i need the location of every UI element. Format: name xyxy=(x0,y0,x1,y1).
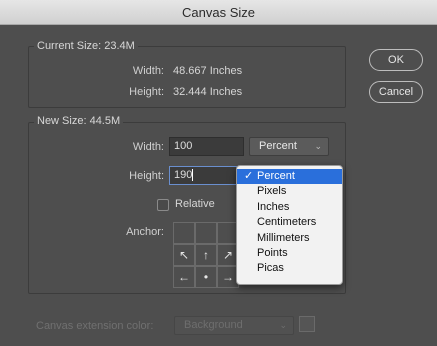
menu-item-label: Picas xyxy=(257,262,284,275)
new-width-label: Width: xyxy=(132,141,164,153)
current-width-label: Width: xyxy=(132,65,164,77)
menu-item-label: Points xyxy=(257,246,288,259)
arrow-right-icon: → xyxy=(222,270,234,284)
chevron-down-icon: ⌄ xyxy=(279,320,287,330)
ok-button[interactable]: OK xyxy=(369,49,423,71)
menu-item-pixels[interactable]: Pixels xyxy=(237,184,342,199)
anchor-middle-left[interactable]: ↖ xyxy=(173,244,195,266)
menu-item-percent[interactable]: ✓ Percent xyxy=(237,169,342,185)
text-cursor xyxy=(192,169,194,182)
window-title: Canvas Size xyxy=(0,0,437,25)
current-height-label: Height: xyxy=(129,86,164,98)
arrow-left-icon: ← xyxy=(178,270,190,284)
menu-item-label: Millimeters xyxy=(257,231,310,244)
anchor-bottom-center[interactable]: • xyxy=(195,266,217,288)
height-input-value: 190 xyxy=(174,169,193,181)
anchor-label: Anchor: xyxy=(126,226,164,238)
relative-label[interactable]: Relative xyxy=(175,198,215,210)
current-height-value: 32.444 Inches xyxy=(173,86,243,98)
canvas-size-dialog: Canvas Size Current Size: 23.4M Width: 4… xyxy=(0,0,437,346)
height-input[interactable]: 190 xyxy=(169,166,244,185)
extension-color-select[interactable]: Background ⌄ xyxy=(174,316,294,335)
extension-color-label: Canvas extension color: xyxy=(36,320,154,332)
menu-item-centimeters[interactable]: Centimeters xyxy=(237,215,342,230)
extension-color-value: Background xyxy=(184,319,243,331)
current-width-value: 48.667 Inches xyxy=(173,65,243,77)
chevron-down-icon: ⌄ xyxy=(314,141,322,151)
menu-item-label: Percent xyxy=(257,170,295,182)
arrow-nw-icon: ↖ xyxy=(178,248,190,262)
anchor-middle-center[interactable]: ↑ xyxy=(195,244,217,266)
menu-item-points[interactable]: Points xyxy=(237,246,342,261)
anchor-top-left[interactable] xyxy=(173,222,195,244)
checkmark-icon: ✓ xyxy=(244,170,254,182)
arrow-ne-icon: ↗ xyxy=(222,248,234,262)
width-input[interactable]: 100 xyxy=(169,137,244,156)
new-height-label: Height: xyxy=(129,170,164,182)
anchor-center-dot-icon: • xyxy=(203,270,209,284)
menu-item-label: Centimeters xyxy=(257,216,317,229)
anchor-bottom-left[interactable]: ← xyxy=(173,266,195,288)
extension-color-swatch[interactable] xyxy=(299,316,315,332)
menu-item-label: Inches xyxy=(257,200,290,213)
width-unit-value: Percent xyxy=(259,140,297,152)
menu-item-label: Pixels xyxy=(257,185,287,198)
cancel-button[interactable]: Cancel xyxy=(369,81,423,103)
menu-item-millimeters[interactable]: Millimeters xyxy=(237,231,342,246)
arrow-up-icon: ↑ xyxy=(203,248,209,262)
current-size-group xyxy=(28,46,346,108)
anchor-top-center[interactable] xyxy=(195,222,217,244)
menu-item-inches[interactable]: Inches xyxy=(237,200,342,215)
width-unit-select[interactable]: Percent ⌄ xyxy=(249,137,329,156)
current-size-label: Current Size: 23.4M xyxy=(34,40,138,52)
unit-dropdown-menu: ✓ Percent Pixels Inches Centimeters Milli… xyxy=(236,165,343,285)
relative-checkbox[interactable] xyxy=(157,199,169,211)
new-size-label: New Size: 44.5M xyxy=(34,115,124,127)
menu-item-picas[interactable]: Picas xyxy=(237,261,342,276)
